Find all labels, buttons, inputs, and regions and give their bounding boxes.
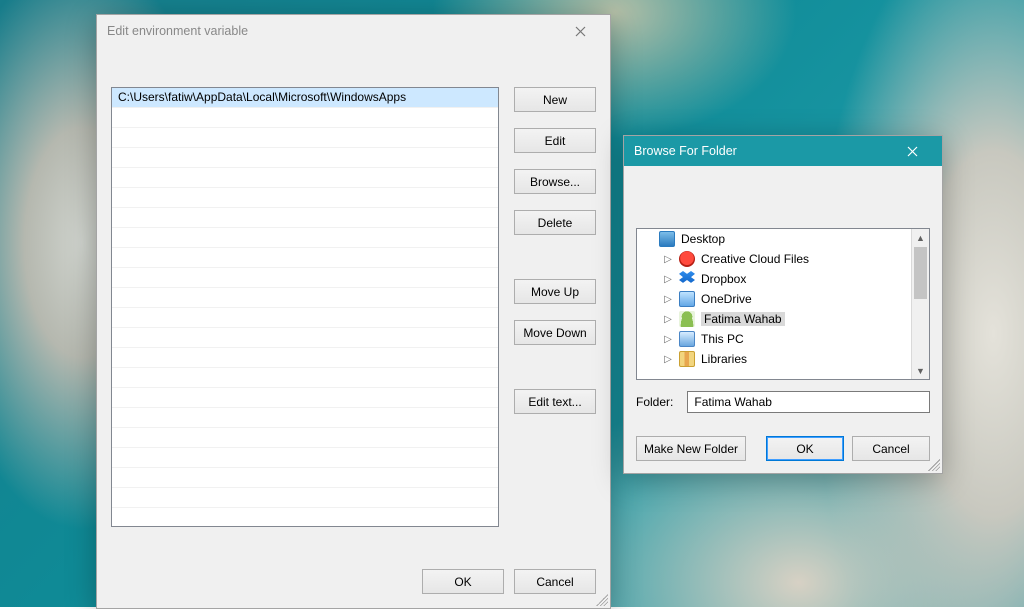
libraries-icon xyxy=(679,351,695,367)
move-up-button[interactable]: Move Up xyxy=(514,279,596,304)
path-list-item[interactable] xyxy=(112,428,498,448)
folder-field-row: Folder: xyxy=(636,390,930,414)
tree-item-label: Creative Cloud Files xyxy=(701,252,809,266)
path-list-item[interactable] xyxy=(112,468,498,488)
tree-item[interactable]: ▷ OneDrive xyxy=(637,289,912,309)
expander-icon[interactable]: ▷ xyxy=(663,294,673,305)
tree-item-label: This PC xyxy=(701,332,744,346)
close-button[interactable] xyxy=(560,19,600,43)
this-pc-icon xyxy=(679,331,695,347)
tree-item-label: OneDrive xyxy=(701,292,752,306)
path-list-item[interactable] xyxy=(112,188,498,208)
path-list-item[interactable] xyxy=(112,308,498,328)
folder-tree[interactable]: Desktop ▷ Creative Cloud Files ▷ Dropbox… xyxy=(636,228,930,380)
edit-environment-variable-dialog: Edit environment variable C:\Users\fatiw… xyxy=(96,14,611,609)
path-list-item[interactable] xyxy=(112,168,498,188)
ok-button[interactable]: OK xyxy=(422,569,504,594)
edit-button[interactable]: Edit xyxy=(514,128,596,153)
close-icon xyxy=(907,146,918,157)
expander-icon[interactable]: ▷ xyxy=(663,354,673,365)
path-list-item[interactable] xyxy=(112,368,498,388)
dialog-button-row: Make New Folder OK Cancel xyxy=(636,436,930,461)
path-list-item[interactable] xyxy=(112,128,498,148)
titlebar[interactable]: Edit environment variable xyxy=(97,15,610,47)
path-list-item[interactable] xyxy=(112,148,498,168)
path-list-item[interactable] xyxy=(112,508,498,527)
tree-item[interactable]: ▷ Creative Cloud Files xyxy=(637,249,912,269)
path-list-item[interactable] xyxy=(112,488,498,508)
tree-item-desktop[interactable]: Desktop xyxy=(637,229,912,249)
tree-item[interactable]: ▷ Fatima Wahab xyxy=(637,309,912,329)
titlebar[interactable]: Browse For Folder xyxy=(624,136,942,166)
path-list-item[interactable] xyxy=(112,348,498,368)
path-list[interactable]: C:\Users\fatiw\AppData\Local\Microsoft\W… xyxy=(111,87,499,527)
path-list-item[interactable] xyxy=(112,228,498,248)
path-list-item[interactable] xyxy=(112,268,498,288)
onedrive-icon xyxy=(679,291,695,307)
resize-grip[interactable] xyxy=(928,459,940,471)
path-list-item[interactable] xyxy=(112,448,498,468)
path-list-item[interactable] xyxy=(112,408,498,428)
ok-button[interactable]: OK xyxy=(766,436,844,461)
path-text: C:\Users\fatiw\AppData\Local\Microsoft\W… xyxy=(118,90,406,104)
close-icon xyxy=(575,26,586,37)
path-list-item[interactable] xyxy=(112,388,498,408)
tree-item[interactable]: ▷ Dropbox xyxy=(637,269,912,289)
make-new-folder-button[interactable]: Make New Folder xyxy=(636,436,746,461)
tree-item-label: Libraries xyxy=(701,352,747,366)
path-list-item[interactable] xyxy=(112,328,498,348)
dialog-title: Edit environment variable xyxy=(107,24,248,38)
delete-button[interactable]: Delete xyxy=(514,210,596,235)
new-button[interactable]: New xyxy=(514,87,596,112)
path-list-item[interactable] xyxy=(112,248,498,268)
cancel-button[interactable]: Cancel xyxy=(514,569,596,594)
resize-grip[interactable] xyxy=(596,594,608,606)
scroll-down-button[interactable]: ▼ xyxy=(912,362,929,379)
vertical-scrollbar[interactable]: ▲ ▼ xyxy=(911,229,929,379)
creative-cloud-icon xyxy=(679,251,695,267)
folder-input[interactable] xyxy=(687,391,930,413)
path-list-item[interactable] xyxy=(112,288,498,308)
folder-label: Folder: xyxy=(636,395,673,409)
tree-item-label: Desktop xyxy=(681,232,725,246)
dropbox-icon xyxy=(679,271,695,287)
close-button[interactable] xyxy=(892,139,932,163)
edit-text-button[interactable]: Edit text... xyxy=(514,389,596,414)
user-folder-icon xyxy=(679,311,695,327)
tree-item[interactable]: ▷ This PC xyxy=(637,329,912,349)
dialog-title: Browse For Folder xyxy=(634,144,737,158)
tree-item-label: Dropbox xyxy=(701,272,746,286)
path-list-item[interactable] xyxy=(112,108,498,128)
cancel-button[interactable]: Cancel xyxy=(852,436,930,461)
expander-icon[interactable]: ▷ xyxy=(663,274,673,285)
path-list-item[interactable]: C:\Users\fatiw\AppData\Local\Microsoft\W… xyxy=(112,88,498,108)
expander-icon[interactable]: ▷ xyxy=(663,334,673,345)
tree-item-label: Fatima Wahab xyxy=(701,312,785,326)
side-button-column: New Edit Browse... Delete Move Up Move D… xyxy=(514,87,596,430)
scroll-up-button[interactable]: ▲ xyxy=(912,229,929,246)
expander-icon[interactable]: ▷ xyxy=(663,314,673,325)
browse-button[interactable]: Browse... xyxy=(514,169,596,194)
tree-item[interactable]: ▷ Libraries xyxy=(637,349,912,369)
desktop-icon xyxy=(659,231,675,247)
expander-icon[interactable]: ▷ xyxy=(663,254,673,265)
scroll-thumb[interactable] xyxy=(914,247,927,299)
path-list-item[interactable] xyxy=(112,208,498,228)
dialog-button-row: OK Cancel xyxy=(422,569,596,594)
move-down-button[interactable]: Move Down xyxy=(514,320,596,345)
browse-for-folder-dialog: Browse For Folder Desktop ▷ Creative Clo… xyxy=(623,135,943,474)
